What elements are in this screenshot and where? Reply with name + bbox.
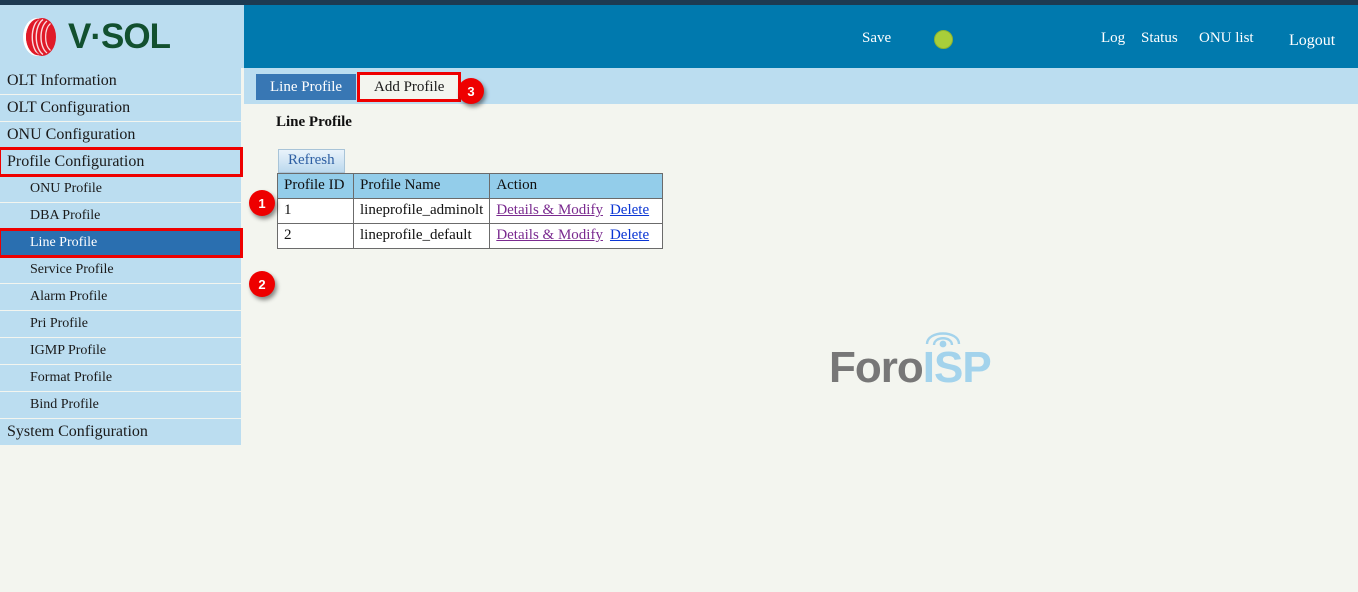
delete-link[interactable]: Delete — [610, 202, 649, 218]
sidebar-item-label: Service Profile — [30, 262, 114, 278]
foroisp-watermark: ForoISP — [829, 338, 1029, 398]
sidebar-item-olt-information[interactable]: OLT Information — [0, 68, 241, 94]
sidebar-item-igmp-profile[interactable]: IGMP Profile — [0, 338, 241, 364]
content-tab-bar: Line Profile Add Profile — [244, 68, 1358, 104]
sidebar-item-label: Pri Profile — [30, 316, 88, 332]
brand-name: V·SOL — [68, 19, 170, 54]
sidebar-item-line-profile[interactable]: Line Profile — [0, 230, 241, 256]
status-link[interactable]: Status — [1141, 30, 1178, 47]
tab-label: Add Profile — [374, 79, 444, 96]
step-badge-1: 1 — [249, 190, 275, 216]
cell-actions: Details & Modify Delete — [490, 199, 663, 224]
sidebar-item-bind-profile[interactable]: Bind Profile — [0, 392, 241, 418]
onu-list-link[interactable]: ONU list — [1199, 30, 1254, 47]
sidebar-item-dba-profile[interactable]: DBA Profile — [0, 203, 241, 229]
sidebar-item-label: DBA Profile — [30, 208, 100, 224]
details-modify-link[interactable]: Details & Modify — [496, 227, 603, 243]
watermark-text-foro: Foro — [829, 343, 923, 392]
log-link[interactable]: Log — [1101, 30, 1125, 47]
sidebar-item-profile-configuration[interactable]: Profile Configuration — [0, 149, 241, 175]
save-button[interactable]: Save — [862, 30, 891, 47]
column-header-profile-name: Profile Name — [354, 174, 490, 199]
cell-profile-id: 1 — [278, 199, 354, 224]
sidebar-item-service-profile[interactable]: Service Profile — [0, 257, 241, 283]
status-dot-icon — [934, 30, 953, 49]
sidebar-item-olt-configuration[interactable]: OLT Configuration — [0, 95, 241, 121]
line-profile-table: Profile ID Profile Name Action 1 linepro… — [277, 173, 663, 249]
sidebar-item-label: ONU Profile — [30, 181, 102, 197]
sidebar-item-label: OLT Information — [7, 72, 117, 90]
sidebar-item-onu-profile[interactable]: ONU Profile — [0, 176, 241, 202]
logout-link[interactable]: Logout — [1289, 32, 1335, 50]
brand-logo-area: V·SOL — [0, 5, 244, 68]
sidebar-item-label: Alarm Profile — [30, 289, 107, 305]
main-content-area: Line Profile Add Profile Line Profile Re… — [244, 68, 1358, 592]
tab-line-profile[interactable]: Line Profile — [256, 74, 356, 100]
sidebar-item-system-configuration[interactable]: System Configuration — [0, 419, 241, 445]
page-header: V·SOL Save Log Status ONU list Logout — [0, 5, 1358, 68]
column-header-profile-id: Profile ID — [278, 174, 354, 199]
sidebar-item-onu-configuration[interactable]: ONU Configuration — [0, 122, 241, 148]
olt-web-管理-page: V·SOL Save Log Status ONU list Logout OL… — [0, 0, 1358, 592]
tab-label: Line Profile — [270, 79, 342, 96]
sidebar-item-label: Format Profile — [30, 370, 112, 386]
cell-profile-name: lineprofile_default — [354, 224, 490, 249]
step-badge-3: 3 — [458, 78, 484, 104]
delete-link[interactable]: Delete — [610, 227, 649, 243]
column-header-action: Action — [490, 174, 663, 199]
sidebar-item-label: Profile Configuration — [7, 153, 144, 171]
sidebar-item-label: ONU Configuration — [7, 126, 135, 144]
step-badge-2: 2 — [249, 271, 275, 297]
table-header-row: Profile ID Profile Name Action — [278, 174, 663, 199]
cell-profile-name: lineprofile_adminolt — [354, 199, 490, 224]
details-modify-link[interactable]: Details & Modify — [496, 202, 603, 218]
table-row: 1 lineprofile_adminolt Details & ModifyD… — [278, 199, 663, 224]
sidebar-item-label: IGMP Profile — [30, 343, 106, 359]
sidebar-item-label: OLT Configuration — [7, 99, 130, 117]
sidebar-navigation: OLT Information OLT Configuration ONU Co… — [0, 68, 244, 592]
sidebar-item-label: System Configuration — [7, 423, 148, 441]
sidebar-item-format-profile[interactable]: Format Profile — [0, 365, 241, 391]
refresh-button[interactable]: Refresh — [278, 149, 345, 173]
tab-add-profile[interactable]: Add Profile — [357, 72, 461, 102]
cell-actions: Details & Modify Delete — [490, 224, 663, 249]
table-row: 2 lineprofile_default Details & ModifyDe… — [278, 224, 663, 249]
vsol-swirl-logo-icon — [18, 15, 62, 59]
sidebar-item-pri-profile[interactable]: Pri Profile — [0, 311, 241, 337]
cell-profile-id: 2 — [278, 224, 354, 249]
page-title: Line Profile — [276, 114, 352, 131]
sidebar-item-label: Bind Profile — [30, 397, 99, 413]
sidebar-item-alarm-profile[interactable]: Alarm Profile — [0, 284, 241, 310]
watermark-text-isp: ISP — [923, 343, 991, 392]
sidebar-item-label: Line Profile — [30, 235, 97, 251]
top-navigation-bar: Save Log Status ONU list Logout — [244, 5, 1358, 68]
antenna-icon — [921, 324, 965, 350]
